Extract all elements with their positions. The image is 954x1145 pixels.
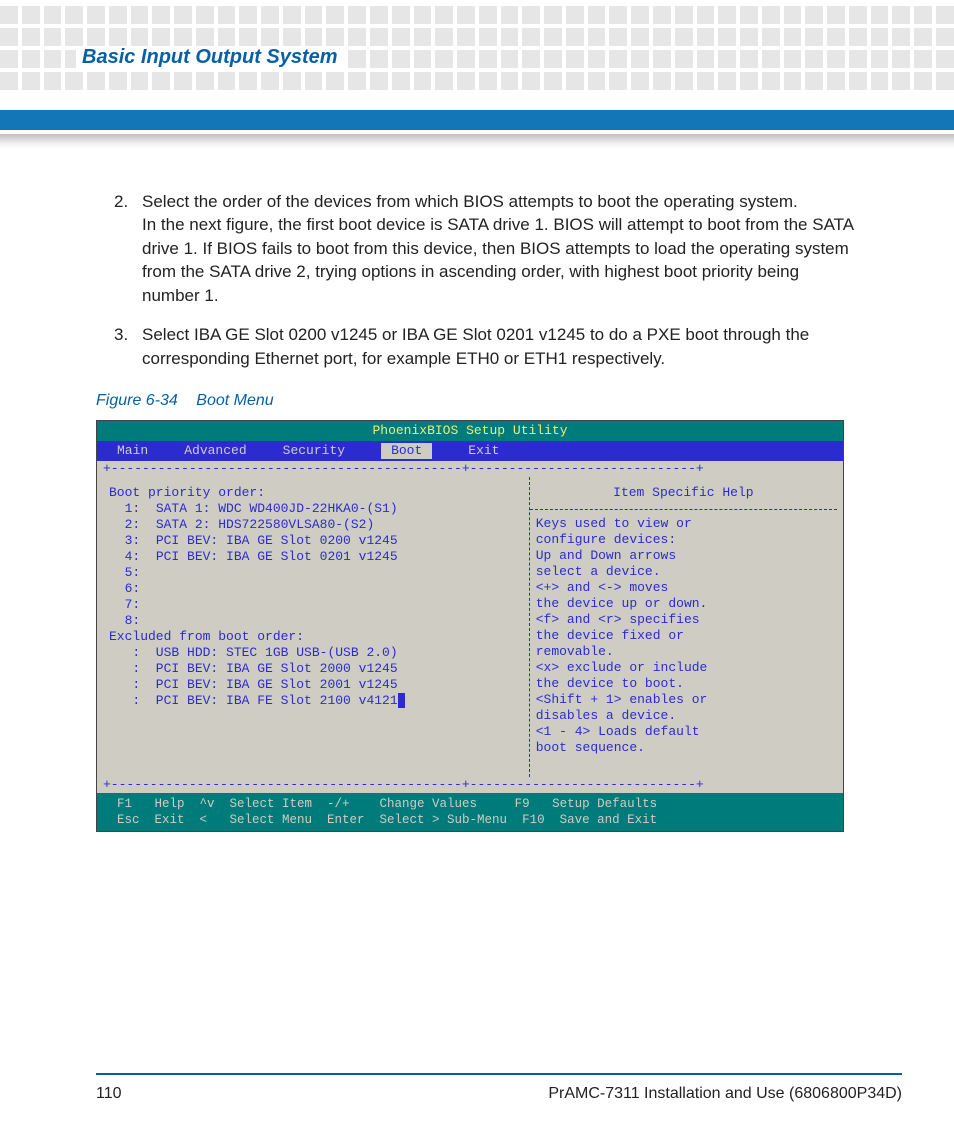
bios-excluded-item: : USB HDD: STEC 1GB USB-(USB 2.0) bbox=[109, 645, 523, 661]
bios-help-line: <f> and <r> specifies bbox=[536, 612, 831, 628]
bios-title: PhoenixBIOS Setup Utility bbox=[97, 421, 843, 441]
page-number: 110 bbox=[96, 1085, 122, 1103]
bios-boot-item: 5: bbox=[109, 565, 523, 581]
bios-help-line: disables a device. bbox=[536, 708, 831, 724]
bios-excluded-item: : PCI BEV: IBA FE Slot 2100 v4121 bbox=[109, 693, 523, 709]
bios-boot-item: 6: bbox=[109, 581, 523, 597]
bios-help-line: the device to boot. bbox=[536, 676, 831, 692]
bios-help-line: the device fixed or bbox=[536, 628, 831, 644]
step-text: Select the order of the devices from whi… bbox=[142, 192, 853, 305]
bios-help-line: configure devices: bbox=[536, 532, 831, 548]
page-content: 2. Select the order of the devices from … bbox=[96, 190, 858, 832]
step-text: Select IBA GE Slot 0200 v1245 or IBA GE … bbox=[142, 325, 809, 367]
header-grey-bar bbox=[0, 134, 954, 148]
bios-help-line: Up and Down arrows bbox=[536, 548, 831, 564]
instruction-list: 2. Select the order of the devices from … bbox=[96, 190, 858, 370]
document-title: PrAMC-7311 Installation and Use (6806800… bbox=[548, 1085, 902, 1103]
bios-border: +---------------------------------------… bbox=[103, 777, 837, 793]
bios-excluded-item: : PCI BEV: IBA GE Slot 2001 v1245 bbox=[109, 677, 523, 693]
bios-help-line: removable. bbox=[536, 644, 831, 660]
step-number: 3. bbox=[114, 323, 128, 346]
figure-title: Boot Menu bbox=[196, 392, 273, 409]
bios-menu-advanced: Advanced bbox=[184, 443, 246, 459]
bios-excluded-item: : PCI BEV: IBA GE Slot 2000 v1245 bbox=[109, 661, 523, 677]
bios-boot-item: 7: bbox=[109, 597, 523, 613]
bios-heading: Boot priority order: bbox=[109, 485, 523, 501]
bios-left-pane: Boot priority order: 1: SATA 1: WDC WD40… bbox=[103, 477, 529, 777]
bios-boot-item: 3: PCI BEV: IBA GE Slot 0200 v1245 bbox=[109, 533, 523, 549]
bios-help-line: boot sequence. bbox=[536, 740, 831, 756]
bios-screenshot: PhoenixBIOS Setup Utility Main Advanced … bbox=[96, 420, 844, 832]
instruction-step: 3. Select IBA GE Slot 0200 v1245 or IBA … bbox=[96, 323, 858, 370]
bios-menu-main: Main bbox=[117, 443, 148, 459]
bios-boot-item: 4: PCI BEV: IBA GE Slot 0201 v1245 bbox=[109, 549, 523, 565]
bios-boot-item: 2: SATA 2: HDS722580VLSA80-(S2) bbox=[109, 517, 523, 533]
bios-footer: F1 Help ^v Select Item -/+ Change Values… bbox=[97, 793, 843, 831]
bios-help-line: the device up or down. bbox=[536, 596, 831, 612]
bios-help-line: Keys used to view or bbox=[536, 516, 831, 532]
bios-help-title: Item Specific Help bbox=[536, 485, 831, 501]
bios-help-line: <+> and <-> moves bbox=[536, 580, 831, 596]
page-header-decor: Basic Input Output System bbox=[0, 0, 954, 90]
bios-border: +---------------------------------------… bbox=[103, 461, 837, 477]
section-title: Basic Input Output System bbox=[76, 46, 344, 69]
bios-help-pane: Item Specific Help Keys used to view or … bbox=[529, 477, 837, 777]
bios-help-line: select a device. bbox=[536, 564, 831, 580]
bios-boot-item: 8: bbox=[109, 613, 523, 629]
bios-help-line: <x> exclude or include bbox=[536, 660, 831, 676]
bios-menu-security: Security bbox=[283, 443, 345, 459]
header-blue-bar bbox=[0, 110, 954, 130]
bios-menu-boot: Boot bbox=[381, 443, 432, 459]
page-footer: 110 PrAMC-7311 Installation and Use (680… bbox=[96, 1073, 902, 1103]
figure-caption: Figure 6-34 Boot Menu bbox=[96, 392, 858, 410]
bios-help-line: <1 - 4> Loads default bbox=[536, 724, 831, 740]
figure-number: Figure 6-34 bbox=[96, 392, 178, 409]
bios-boot-item: 1: SATA 1: WDC WD400JD-22HKA0-(S1) bbox=[109, 501, 523, 517]
bios-excluded-heading: Excluded from boot order: bbox=[109, 629, 523, 645]
bios-help-line: <Shift + 1> enables or bbox=[536, 692, 831, 708]
bios-menu-exit: Exit bbox=[468, 443, 499, 459]
bios-menubar: Main Advanced Security Boot Exit bbox=[97, 441, 843, 461]
instruction-step: 2. Select the order of the devices from … bbox=[96, 190, 858, 307]
step-number: 2. bbox=[114, 190, 128, 213]
